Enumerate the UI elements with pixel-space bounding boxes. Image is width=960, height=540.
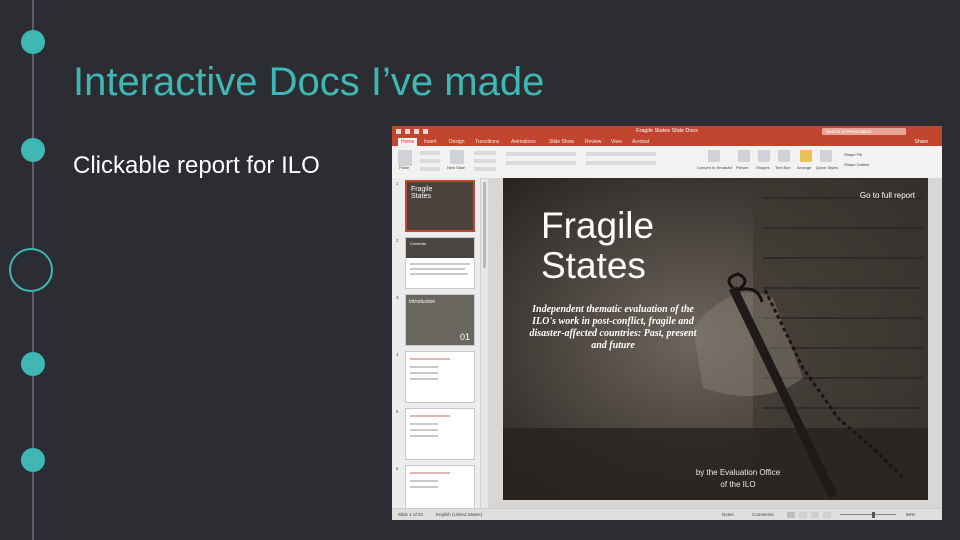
timeline-dot [21,352,45,376]
main-slide[interactable]: Fragile States Independent thematic eval… [503,178,928,500]
slide-counter: Slide 1 of 20 [398,512,424,517]
tab-animations[interactable]: Animations [511,139,536,145]
byline-line-2: of the ILO [720,480,756,489]
thumb-number: 2 [396,238,399,243]
timeline-ring [9,248,53,292]
slide-title-line-1: Fragile [541,205,655,246]
powerpoint-screenshot: Fragile States Slide Docs Search in Pres… [392,126,942,520]
paste-icon[interactable] [398,150,412,166]
slide-description: Independent thematic evaluation of the I… [529,304,697,351]
new-slide-icon[interactable] [450,150,464,164]
quick-styles-label: Quick Styles [816,165,839,170]
layout-button[interactable] [474,151,496,155]
language-indicator[interactable]: English (United States) [436,512,482,517]
share-button[interactable]: Share [915,139,928,145]
normal-view-icon[interactable] [787,512,795,518]
thumb-title: Contents [410,241,427,246]
ribbon-tabs: Home Insert Design Transitions Animation… [392,137,942,146]
text-box-icon[interactable] [778,150,790,162]
shape-outline-button[interactable]: Shape Outline [844,162,869,167]
arrange-icon[interactable] [800,150,812,162]
timeline-dot [21,30,45,54]
tab-home[interactable]: Home [398,138,418,146]
text-box-label: Text Box [775,165,791,170]
tab-review[interactable]: Review [585,139,601,145]
arrange-label: Arrange [797,165,812,170]
window-titlebar: Fragile States Slide Docs Search in Pres… [392,126,942,137]
convert-smartart-label: Convert to SmartArt [697,165,733,170]
shapes-icon[interactable] [758,150,770,162]
go-to-full-report-link[interactable]: Go to full report [860,191,915,200]
picture-label: Picture [736,165,749,170]
tab-insert[interactable]: Insert [424,139,437,145]
status-bar: Slide 1 of 20 English (United States) No… [392,508,942,520]
paragraph-buttons[interactable] [586,152,656,156]
thumb-number: 1 [396,181,399,186]
new-slide-label: New Slide [447,165,466,170]
section-button[interactable] [474,167,496,171]
byline-line-1: by the Evaluation Office [695,468,781,477]
paste-label: Paste [399,165,410,170]
notes-button[interactable]: Notes [722,512,734,517]
copy-button[interactable] [420,159,440,163]
format-button[interactable] [420,167,440,171]
reset-button[interactable] [474,159,496,163]
shape-fill-button[interactable]: Shape Fill [844,152,862,157]
sorter-view-icon[interactable] [799,512,807,518]
thumbnail-slide-2[interactable]: Contents [405,237,475,289]
alignment-buttons[interactable] [586,161,656,165]
zoom-level[interactable]: 66% [906,512,915,517]
search-input[interactable]: Search in Presentation [822,128,906,135]
comments-button[interactable]: Comments [752,512,774,517]
page-title: Interactive Docs I’ve made [73,60,545,104]
font-select[interactable] [506,152,576,156]
ribbon-toolbar: Paste New Slide Convert to SmartArt Pict… [392,146,942,179]
picture-icon[interactable] [738,150,750,162]
thumb-number: 4 [396,352,399,357]
smartart-icon[interactable] [708,150,720,162]
tab-view[interactable]: View [611,139,622,145]
tab-transitions[interactable]: Transitions [475,139,499,145]
thumb-number: 6 [396,466,399,471]
zoom-slider-handle[interactable] [872,512,875,518]
thumbnails-scrollbar[interactable] [483,182,486,268]
cut-button[interactable] [420,151,440,155]
thumb-number: 3 [396,295,399,300]
shapes-label: Shapes [756,165,770,170]
slide-canvas: Fragile States Independent thematic eval… [488,178,942,508]
slide-byline: by the Evaluation Office of the ILO [653,467,823,491]
thumb-title: Introduction [409,299,436,305]
thumbnail-slide-5[interactable] [405,408,475,460]
reading-view-icon[interactable] [811,512,819,518]
timeline-dot [21,138,45,162]
slide-title: Fragile States [541,206,654,286]
thumbnail-slide-4[interactable] [405,351,475,403]
thumbnail-slide-1[interactable]: Fragile States [405,180,475,232]
tab-design[interactable]: Design [449,139,465,145]
quick-styles-icon[interactable] [820,150,832,162]
thumb-badge: 01 [459,332,470,342]
tab-slide-show[interactable]: Slide Show [549,139,574,145]
font-format-buttons[interactable] [506,161,576,165]
zoom-slider[interactable] [840,514,896,515]
thumbnail-slide-3[interactable]: Introduction 01 [405,294,475,346]
slide-thumbnails-pane: 1 Fragile States 2 Contents 3 Introducti… [392,178,481,517]
tab-acrobat[interactable]: Acrobat [632,139,649,145]
slide-title-line-2: States [541,245,646,286]
timeline-dot [21,448,45,472]
thumb-title: Fragile States [411,186,433,200]
page-subtitle: Clickable report for ILO [73,152,320,179]
thumb-number: 5 [396,409,399,414]
slideshow-view-icon[interactable] [823,512,831,518]
